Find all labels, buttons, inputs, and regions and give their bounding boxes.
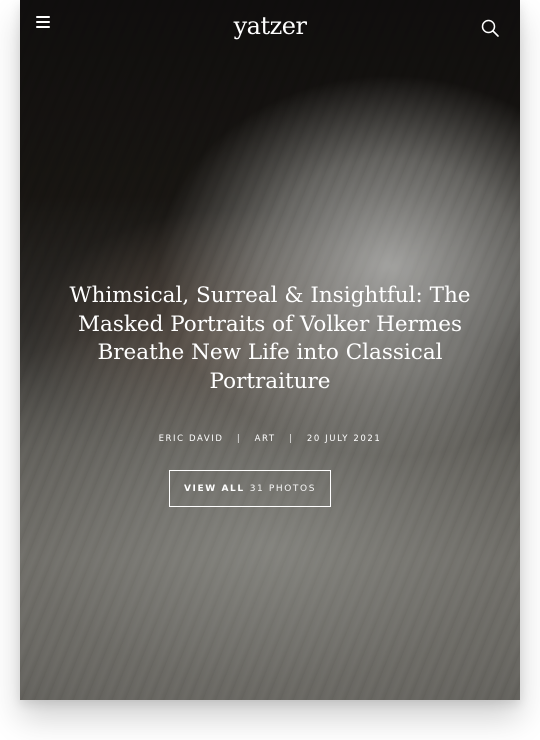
article-meta: ERIC DAVID | ART | 20 JULY 2021 <box>20 434 520 444</box>
author-link[interactable]: ERIC DAVID <box>159 434 224 444</box>
article-title[interactable]: Whimsical, Surreal & Insightful: The Mas… <box>60 282 480 396</box>
meta-separator: | <box>236 434 242 444</box>
photo-count: 31 PHOTOS <box>249 483 317 494</box>
site-logo[interactable]: yatzer <box>20 12 520 40</box>
hero-card: yatzer Whimsical, Surreal & Insightful: … <box>20 0 520 700</box>
article-date: 20 JULY 2021 <box>306 434 382 444</box>
meta-separator: | <box>289 434 294 444</box>
search-icon[interactable] <box>480 18 500 38</box>
view-all-label: VIEW ALL <box>183 483 245 494</box>
category-link[interactable]: ART <box>255 434 276 444</box>
view-all-photos-button[interactable]: VIEW ALL 31 PHOTOS <box>169 470 331 507</box>
